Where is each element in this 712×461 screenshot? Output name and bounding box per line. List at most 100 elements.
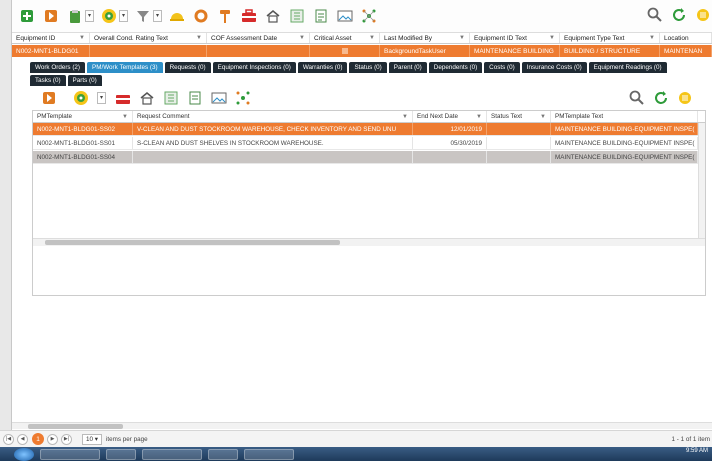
target-icon[interactable] [72, 90, 90, 106]
target-icon[interactable] [100, 7, 118, 25]
critical-asset-checkbox[interactable] [341, 48, 348, 54]
pager-info: 1 - 1 of 1 item [671, 435, 711, 443]
last-page-icon[interactable]: ▶| [61, 433, 72, 445]
filter-icon[interactable]: ▼ [369, 35, 375, 41]
network-icon[interactable] [360, 7, 378, 25]
main-grid-header: Equipment ID ▼ Overall Cond. Rating Text ▼… [12, 32, 712, 44]
hammer-icon[interactable] [216, 7, 234, 25]
taskbar-app-button[interactable] [244, 448, 294, 460]
col-label: Location [664, 34, 689, 42]
filter-icon[interactable]: ▼ [540, 114, 546, 120]
taskbar-app-button[interactable] [208, 448, 238, 460]
tab-parent[interactable]: Parent (0) [388, 62, 427, 73]
col-header-equipment-id[interactable]: Equipment ID ▼ [12, 33, 90, 43]
next-page-icon[interactable]: ▶ [47, 433, 58, 445]
main-horizontal-scrollbar[interactable] [12, 422, 712, 429]
hierarchy-icon[interactable] [162, 90, 180, 106]
col-header-equipment-type[interactable]: Equipment Type Text ▼ [560, 33, 660, 43]
refresh-icon[interactable] [652, 90, 670, 106]
gear-icon[interactable] [192, 7, 210, 25]
filter-dropdown-icon[interactable]: ▾ [153, 10, 163, 22]
col-header-end-next-date[interactable]: End Next Date ▼ [413, 111, 487, 122]
col-label: Status Text [491, 113, 523, 120]
current-page-button[interactable]: 1 [32, 433, 44, 445]
col-header-cof-date[interactable]: COF Assessment Date ▼ [207, 33, 310, 43]
play-icon[interactable] [40, 90, 58, 106]
table-row[interactable]: N002-MNT1-BLDG01-SS04 MAINTENANCE BUILDI… [33, 151, 705, 164]
play-icon[interactable] [42, 7, 60, 25]
page-size-select[interactable]: 10 ▾ [82, 433, 102, 445]
search-icon[interactable] [646, 6, 664, 24]
refresh-icon[interactable] [670, 6, 688, 24]
toolbox-icon[interactable] [114, 90, 132, 106]
tab-requests[interactable]: Requests (0) [164, 62, 211, 73]
house-icon[interactable] [264, 7, 282, 25]
network-icon[interactable] [234, 90, 252, 106]
cell-critical-asset[interactable] [310, 45, 380, 57]
image-icon[interactable] [336, 7, 354, 25]
app-window: ▾ ▾ ▾ Equipment ID ▼ Overall Cond. Ratin… [0, 0, 712, 461]
target-dropdown-icon[interactable]: ▾ [97, 92, 107, 104]
tab-parts[interactable]: Parts (0) [67, 75, 102, 86]
cell-end-next-date [413, 151, 487, 163]
prev-page-icon[interactable]: ◀ [17, 433, 28, 445]
vertical-scrollbar[interactable] [698, 123, 705, 238]
main-grid-row[interactable]: N002-MNT1-BLDG01 BackgroundTaskUser MAIN… [12, 45, 712, 57]
col-label: Equipment ID [16, 34, 56, 42]
tab-pm-work-templates[interactable]: PM/Work Templates (3) [87, 62, 163, 73]
filter-icon[interactable]: ▼ [649, 35, 655, 41]
document-icon[interactable] [186, 90, 204, 106]
tab-tasks[interactable]: Tasks (0) [30, 75, 66, 86]
tab-status[interactable]: Status (0) [349, 62, 387, 73]
filter-icon[interactable]: ▼ [79, 35, 85, 41]
filter-icon[interactable]: ▼ [476, 114, 482, 120]
taskbar-app-button[interactable] [142, 448, 202, 460]
tab-insurance-costs[interactable]: Insurance Costs (0) [521, 62, 587, 73]
taskbar-app-button[interactable] [106, 448, 136, 460]
filter-icon[interactable] [134, 7, 152, 25]
filter-icon[interactable]: ▼ [122, 114, 128, 120]
tab-warranties[interactable]: Warranties (0) [297, 62, 348, 73]
target-dropdown-icon[interactable]: ▾ [119, 10, 129, 22]
scrollbar-thumb[interactable] [28, 424, 123, 429]
toolbox-icon[interactable] [240, 7, 258, 25]
filter-icon[interactable]: ▼ [402, 114, 408, 120]
document-icon[interactable] [312, 7, 330, 25]
col-header-status-text[interactable]: Status Text ▼ [487, 111, 551, 122]
tab-dependents[interactable]: Dependents (0) [428, 62, 483, 73]
filter-icon[interactable]: ▼ [549, 35, 555, 41]
add-record-icon[interactable] [18, 7, 36, 25]
filter-icon[interactable]: ▼ [196, 35, 202, 41]
menu-icon[interactable] [676, 90, 694, 106]
col-header-pmtemplate-text[interactable]: PMTemplate Text [551, 111, 698, 122]
filter-icon[interactable]: ▼ [299, 35, 305, 41]
tab-equipment-inspections[interactable]: Equipment Inspections (0) [212, 62, 296, 73]
col-header-equipment-id-text[interactable]: Equipment ID Text ▼ [470, 33, 560, 43]
col-header-critical-asset[interactable]: Critical Asset ▼ [310, 33, 380, 43]
house-icon[interactable] [138, 90, 156, 106]
image-icon[interactable] [210, 90, 228, 106]
tab-equipment-readings[interactable]: Equipment Readings (0) [588, 62, 667, 73]
tab-costs[interactable]: Costs (0) [484, 62, 520, 73]
horizontal-scrollbar[interactable] [33, 238, 705, 246]
search-icon[interactable] [628, 90, 646, 106]
hierarchy-icon[interactable] [288, 7, 306, 25]
hardhat-icon[interactable] [168, 7, 186, 25]
taskbar-app-button[interactable] [40, 448, 100, 460]
col-header-overall-cond[interactable]: Overall Cond. Rating Text ▼ [90, 33, 207, 43]
col-header-last-modified[interactable]: Last Modified By ▼ [380, 33, 470, 43]
tab-work-orders[interactable]: Work Orders (2) [30, 62, 86, 73]
start-button-icon[interactable] [14, 447, 34, 461]
clipboard-icon[interactable] [66, 7, 84, 25]
col-header-pmtemplate[interactable]: PMTemplate ▼ [33, 111, 133, 122]
table-row[interactable]: N002-MNT1-BLDG01-SS01 S-CLEAN AND DUST S… [33, 137, 705, 150]
first-page-icon[interactable]: |◀ [3, 433, 14, 445]
col-header-location[interactable]: Location [660, 33, 712, 43]
table-row[interactable]: N002-MNT1-BLDG01-SS02 V-CLEAN AND DUST S… [33, 123, 705, 136]
filter-icon[interactable]: ▼ [459, 35, 465, 41]
menu-icon[interactable] [694, 6, 712, 24]
clipboard-dropdown-icon[interactable]: ▾ [85, 10, 95, 22]
cell-request-comment: V-CLEAN AND DUST STOCKROOM WAREHOUSE, CH… [133, 123, 413, 135]
scrollbar-thumb[interactable] [45, 240, 340, 245]
col-header-request-comment[interactable]: Request Comment ▼ [133, 111, 413, 122]
